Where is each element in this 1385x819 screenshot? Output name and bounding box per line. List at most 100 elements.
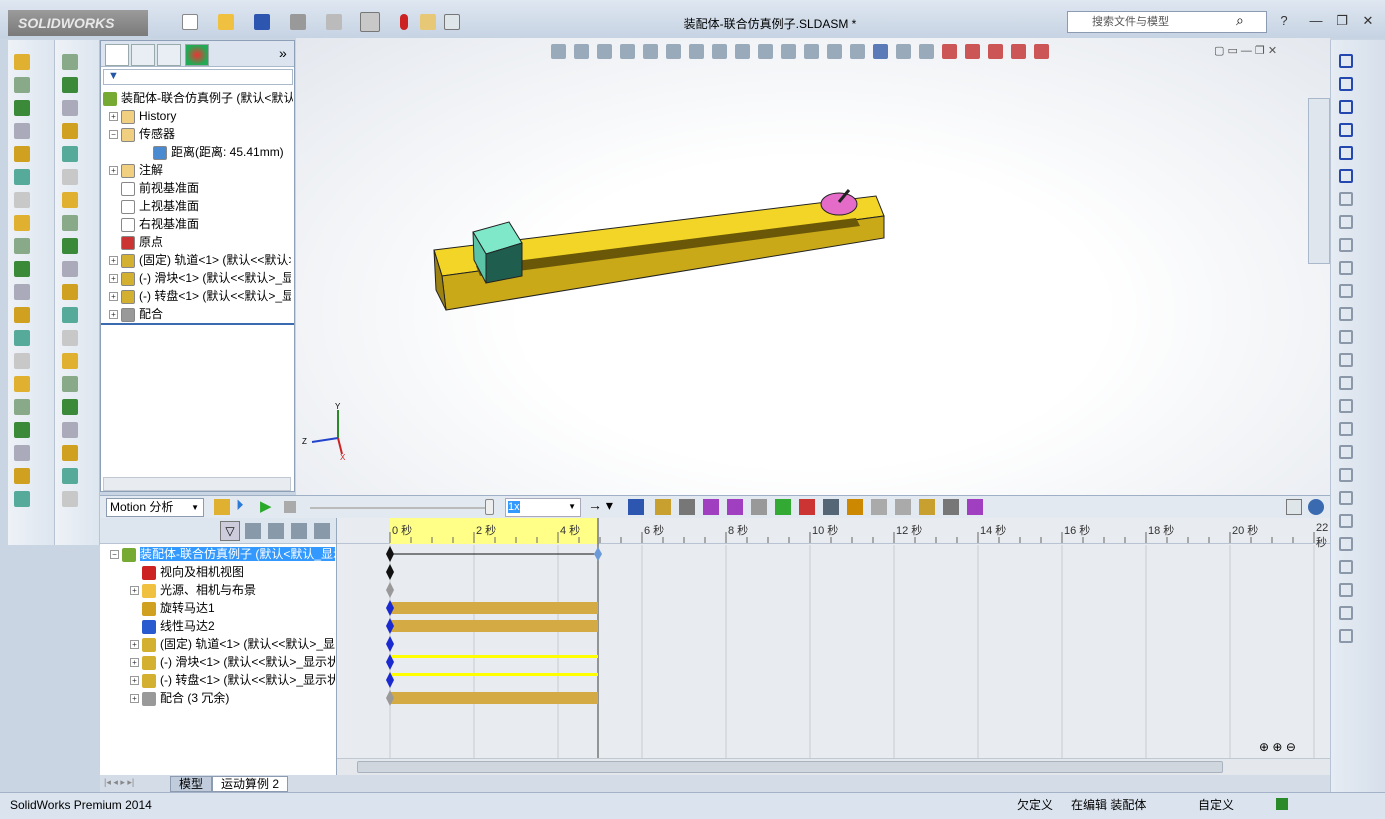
sketch-tool-icon[interactable] [1339, 606, 1353, 620]
motion-tool-icon[interactable] [871, 499, 887, 515]
motion-tool-icon[interactable] [943, 499, 959, 515]
save-icon[interactable] [254, 14, 270, 30]
motion-tool-icon[interactable] [775, 499, 791, 515]
command-tool-icon[interactable] [62, 445, 78, 461]
expand-icon[interactable]: + [130, 586, 139, 596]
sketch-tool-icon[interactable] [1339, 54, 1353, 68]
timeline-tracks[interactable] [337, 518, 1330, 758]
expand-chevron-icon[interactable]: » [279, 45, 287, 61]
command-tool-icon[interactable] [14, 192, 30, 208]
tree-item[interactable]: 原点 [109, 233, 291, 251]
property-manager-tab[interactable] [131, 44, 155, 66]
command-tool-icon[interactable] [62, 376, 78, 392]
command-tool-icon[interactable] [62, 215, 78, 231]
expand-icon[interactable]: + [109, 292, 118, 302]
command-tool-icon[interactable] [14, 307, 30, 323]
motion-tool-icon[interactable] [727, 499, 743, 515]
motion-tree-item[interactable]: + 配合 (3 冗余) [130, 689, 335, 707]
command-tool-icon[interactable] [14, 491, 30, 507]
sketch-tool-icon[interactable] [1339, 146, 1353, 160]
command-tool-icon[interactable] [14, 399, 30, 415]
filter-results-icon[interactable] [291, 523, 307, 539]
command-tool-icon[interactable] [62, 77, 78, 93]
command-tool-icon[interactable] [14, 284, 30, 300]
timeline-scrollbar[interactable] [337, 758, 1330, 775]
options-icon[interactable] [444, 14, 460, 30]
motion-tool-icon[interactable] [895, 499, 911, 515]
open-folder-icon[interactable] [218, 14, 234, 30]
new-document-icon[interactable] [182, 14, 198, 30]
motion-tool-icon[interactable] [847, 499, 863, 515]
command-tool-icon[interactable] [14, 100, 30, 116]
filter-animated-icon[interactable]: ▽ [220, 521, 240, 541]
assembly-model[interactable] [296, 38, 1330, 495]
sketch-tool-icon[interactable] [1339, 123, 1353, 137]
tree-item[interactable]: 前视基准面 [109, 179, 291, 197]
tree-filter[interactable]: ▼ [103, 69, 293, 85]
motion-tool-icon[interactable] [751, 499, 767, 515]
tree-item[interactable]: + (-) 转盘<1> (默认<<默认>_显示状态 1>) [109, 287, 291, 305]
motion-tree-item[interactable]: + 光源、相机与布景 [130, 581, 335, 599]
playback-slider[interactable] [310, 507, 490, 509]
expand-icon[interactable]: + [109, 112, 118, 122]
motion-tree-item[interactable]: 线性马达2 [130, 617, 335, 635]
motion-tree-item[interactable]: + (固定) 轨道<1> (默认<<默认>_显示状态 1>) [130, 635, 335, 653]
collapse-icon[interactable]: − [109, 130, 118, 140]
file-properties-icon[interactable] [420, 14, 436, 30]
command-tool-icon[interactable] [14, 215, 30, 231]
motion-tool-icon[interactable] [823, 499, 839, 515]
print-icon[interactable] [290, 14, 306, 30]
tree-item[interactable]: + 配合 [109, 305, 291, 323]
sketch-tool-icon[interactable] [1339, 376, 1353, 390]
motion-tree-item[interactable]: 视向及相机视图 [130, 563, 335, 581]
sort-icon[interactable] [314, 523, 330, 539]
command-tool-icon[interactable] [62, 399, 78, 415]
command-tool-icon[interactable] [14, 238, 30, 254]
motion-tool-icon[interactable] [967, 499, 983, 515]
tree-item[interactable]: + 注解 [109, 161, 291, 179]
sketch-tool-icon[interactable] [1339, 537, 1353, 551]
command-tool-icon[interactable] [14, 353, 30, 369]
collapse-panel-icon[interactable] [1286, 499, 1302, 515]
tree-item[interactable]: 右视基准面 [109, 215, 291, 233]
tab-scroll-arrows[interactable]: |◂ ◂ ▸ ▸| [104, 777, 134, 788]
command-tool-icon[interactable] [62, 307, 78, 323]
hide-panel-icon[interactable] [1308, 499, 1324, 515]
restore-button[interactable]: ❐ [1332, 12, 1352, 30]
play-icon[interactable]: ▶ [260, 497, 272, 515]
sketch-tool-icon[interactable] [1339, 215, 1353, 229]
sketch-tool-icon[interactable] [1339, 284, 1353, 298]
zoom-in-icon[interactable]: ⊕ [1272, 740, 1282, 754]
motion-tree-item[interactable]: + (-) 转盘<1> (默认<<默认>_显示状态 1>) [130, 671, 335, 689]
sketch-tool-icon[interactable] [1339, 399, 1353, 413]
motion-tool-icon[interactable] [703, 499, 719, 515]
filter-selected-icon[interactable] [268, 523, 284, 539]
sketch-tool-icon[interactable] [1339, 491, 1353, 505]
motion-tool-icon[interactable] [655, 499, 671, 515]
command-tool-icon[interactable] [62, 491, 78, 507]
command-tool-icon[interactable] [62, 353, 78, 369]
sketch-tool-icon[interactable] [1339, 261, 1353, 275]
solidworks-logo[interactable]: SOLIDWORKS [8, 10, 148, 36]
sketch-tool-icon[interactable] [1339, 445, 1353, 459]
tab-motion-study-2[interactable]: 运动算例 2 [212, 776, 289, 792]
command-tool-icon[interactable] [14, 376, 30, 392]
sketch-tool-icon[interactable] [1339, 514, 1353, 528]
motion-tool-icon[interactable] [679, 499, 695, 515]
units-status[interactable]: 自定义 [1198, 795, 1234, 815]
sketch-tool-icon[interactable] [1339, 192, 1353, 206]
zoom-out-icon[interactable]: ⊖ [1286, 740, 1296, 754]
configuration-manager-tab[interactable] [157, 44, 181, 66]
tree-root[interactable]: 装配体-联合仿真例子 (默认<默认_显示状态-1>) [103, 89, 293, 107]
sketch-tool-icon[interactable] [1339, 307, 1353, 321]
command-tool-icon[interactable] [62, 330, 78, 346]
tree-item[interactable]: + (-) 滑块<1> (默认<<默认>_显示状态 1>) [109, 269, 291, 287]
tree-item[interactable]: + (固定) 轨道<1> (默认<<默认>_显示状态 1>) [109, 251, 291, 269]
command-tool-icon[interactable] [62, 169, 78, 185]
command-tool-icon[interactable] [62, 192, 78, 208]
sketch-tool-icon[interactable] [1339, 422, 1353, 436]
command-tool-icon[interactable] [14, 422, 30, 438]
playback-slider-thumb[interactable] [485, 499, 494, 515]
motion-tool-icon[interactable] [799, 499, 815, 515]
command-tool-icon[interactable] [14, 54, 30, 70]
